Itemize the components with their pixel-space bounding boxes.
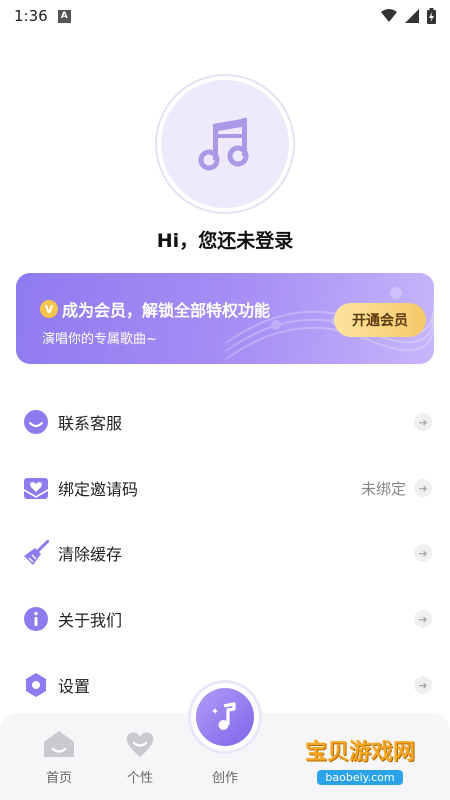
menu-label: 设置 bbox=[58, 677, 91, 696]
vip-subtitle: 演唱你的专属歌曲~ bbox=[42, 332, 157, 347]
avatar-placeholder bbox=[161, 80, 289, 208]
broom-icon bbox=[22, 539, 50, 567]
watermark-title: 宝贝游戏网 bbox=[304, 740, 415, 765]
menu-item-bind-invite-code[interactable]: 绑定邀请码 未绑定 ➜ bbox=[0, 463, 450, 513]
music-note-icon bbox=[198, 118, 249, 171]
arrow-right-icon: ➜ bbox=[414, 479, 432, 497]
nav-label: 首页 bbox=[45, 771, 72, 786]
watermark-logo: 宝贝游戏网 baobeiy.com bbox=[270, 718, 450, 788]
nav-label: 创作 bbox=[211, 771, 238, 786]
avatar[interactable] bbox=[155, 74, 295, 214]
nav-tab-home[interactable]: 首页 bbox=[24, 729, 94, 786]
battery-icon bbox=[427, 8, 436, 24]
status-time: 1:36 bbox=[14, 7, 48, 25]
nav-tab-create[interactable]: 创作 bbox=[190, 759, 260, 786]
center-button-inner bbox=[196, 688, 254, 746]
heart-icon bbox=[126, 732, 154, 757]
invite-code-status: 未绑定 bbox=[360, 479, 406, 498]
menu-label: 清除缓存 bbox=[58, 545, 123, 564]
app-notification-icon: A bbox=[57, 9, 71, 23]
watermark-url: baobeiy.com bbox=[317, 770, 403, 785]
info-icon bbox=[22, 605, 50, 633]
menu-label: 绑定邀请码 bbox=[58, 480, 139, 499]
menu-item-contact-support[interactable]: 联系客服 ➜ bbox=[0, 397, 450, 447]
login-greeting[interactable]: Hi，您还未登录 bbox=[0, 226, 450, 253]
status-bar: 1:36 A bbox=[0, 0, 450, 32]
create-music-button[interactable] bbox=[191, 683, 259, 751]
envelope-heart-icon bbox=[22, 474, 50, 502]
arrow-right-icon: ➜ bbox=[414, 544, 432, 562]
open-membership-button[interactable]: 开通会员 bbox=[334, 303, 426, 337]
menu-label: 关于我们 bbox=[58, 611, 123, 630]
arrow-right-icon: ➜ bbox=[414, 413, 432, 431]
chat-bubble-icon bbox=[22, 408, 50, 436]
menu-label: 联系客服 bbox=[58, 414, 123, 433]
vip-badge-icon: V bbox=[40, 300, 58, 318]
home-icon bbox=[44, 731, 74, 757]
music-note-sparkle-icon bbox=[212, 702, 236, 730]
nav-label: 个性 bbox=[126, 771, 153, 786]
vip-title: 成为会员，解锁全部特权功能 bbox=[62, 301, 271, 320]
gear-icon bbox=[22, 671, 50, 699]
menu-item-about-us[interactable]: 关于我们 ➜ bbox=[0, 594, 450, 644]
menu-item-clear-cache[interactable]: 清除缓存 ➜ bbox=[0, 528, 450, 578]
vip-title-row: V 成为会员，解锁全部特权功能 bbox=[40, 297, 270, 321]
arrow-right-icon: ➜ bbox=[414, 610, 432, 628]
signal-icon bbox=[405, 9, 419, 23]
nav-tab-personal[interactable]: 个性 bbox=[105, 729, 175, 786]
vip-banner[interactable]: V 成为会员，解锁全部特权功能 演唱你的专属歌曲~ 开通会员 bbox=[16, 273, 434, 364]
arrow-right-icon: ➜ bbox=[414, 676, 432, 694]
wifi-icon bbox=[381, 9, 397, 22]
